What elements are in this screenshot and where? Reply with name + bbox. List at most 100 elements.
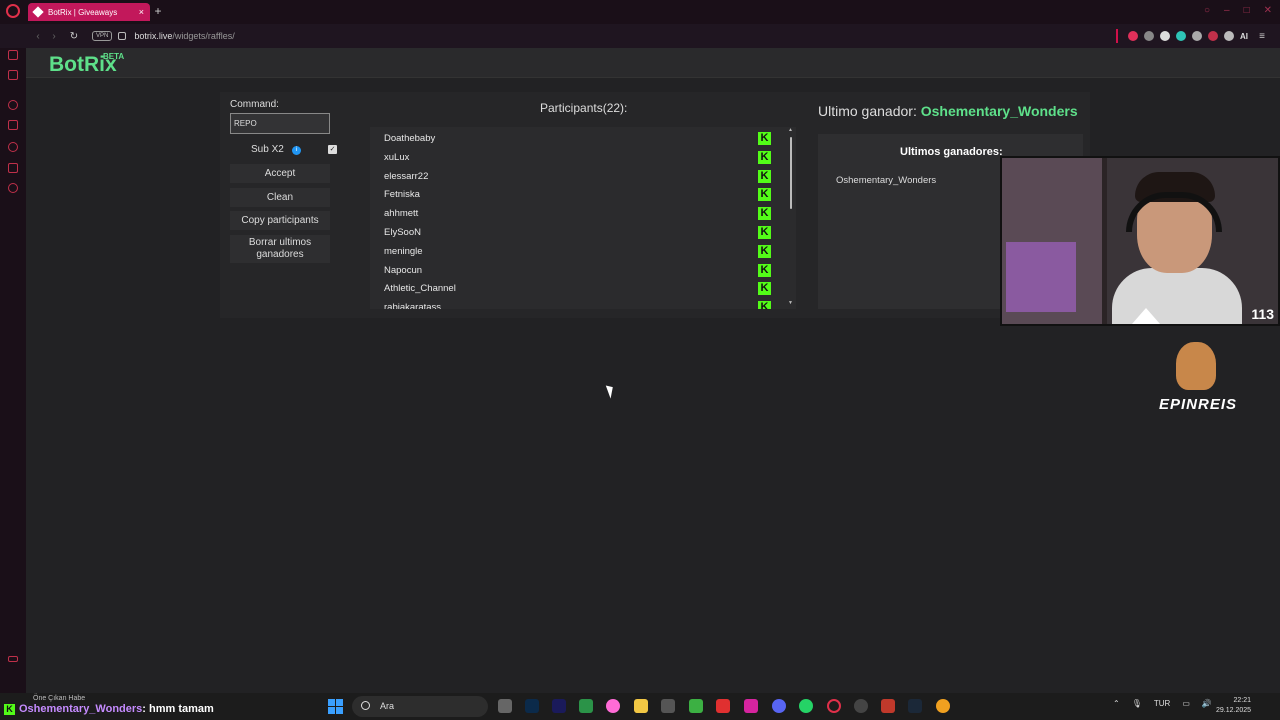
tab-title: BotRix | Giveaways [48, 7, 118, 17]
app-icon[interactable] [936, 699, 950, 713]
whatsapp-icon[interactable] [799, 699, 813, 713]
search-placeholder: Ara [380, 701, 395, 711]
participants-list[interactable]: ▲ ▼ Doathebaby KxuLux Kelessarr22 K Fetniska… [370, 127, 796, 309]
site-header: BotRix BETA [26, 48, 1280, 78]
app-droplet-icon[interactable] [606, 699, 620, 713]
command-input[interactable] [230, 113, 330, 134]
ai-button[interactable]: AI [1240, 32, 1248, 41]
tray-chevron-icon[interactable]: ⌃ [1113, 699, 1120, 708]
app-icon[interactable] [881, 699, 895, 713]
opera-menu-icon[interactable] [6, 4, 20, 18]
extensions-bar: AI ≡ [1116, 29, 1270, 43]
info-icon[interactable]: i [292, 146, 301, 155]
scrollbar-thumb[interactable] [790, 137, 792, 209]
sub-x2-checkbox[interactable]: ✓ [328, 145, 337, 154]
news-widget[interactable]: Öne Çıkan Habe [33, 695, 85, 702]
participants-title: Participants(22): [540, 101, 628, 115]
chat-overlay-message: K Oshementary_Wonders: hmm tamam [4, 703, 214, 715]
opera-taskbar-icon[interactable] [827, 699, 841, 713]
photoshop-icon[interactable] [525, 699, 539, 713]
sponsor-name: EPINREIS [1158, 396, 1238, 413]
participant-row[interactable]: Napocun K [370, 261, 780, 279]
microphone-icon[interactable]: 🎙 [1132, 699, 1142, 708]
sidebar-send-icon[interactable] [8, 163, 18, 173]
participant-row[interactable]: rabiakaratass K [370, 298, 780, 309]
system-tray: ⌃ 🎙 TUR ▭ 🔊 [1113, 699, 1212, 708]
clear-winners-button[interactable]: Borrar ultimos ganadores [230, 235, 330, 263]
extension-icon[interactable] [1176, 31, 1186, 41]
kick-platform-icon: K [758, 226, 771, 239]
tab-botrix[interactable]: BotRix | Giveaways × [28, 3, 150, 21]
sponsor-mascot-icon [1176, 342, 1216, 390]
participant-row[interactable]: ElySooN K [370, 223, 780, 241]
sidebar-player-icon[interactable] [8, 70, 18, 80]
sidebar-settings-icon[interactable] [8, 183, 18, 193]
search-tabs-icon[interactable]: ○ [1204, 5, 1210, 16]
taskbar-clock[interactable]: 22:21 29.12.2025 [1216, 696, 1251, 716]
clean-button[interactable]: Clean [230, 188, 330, 207]
task-view-icon[interactable] [498, 699, 512, 713]
file-explorer-icon[interactable] [634, 699, 648, 713]
lock-icon[interactable] [118, 32, 127, 40]
steam-icon[interactable] [908, 699, 922, 713]
app-icon[interactable] [854, 699, 868, 713]
participant-row[interactable]: Doathebaby K [370, 129, 780, 147]
accept-button[interactable]: Accept [230, 164, 330, 183]
network-icon[interactable]: ▭ [1182, 699, 1190, 708]
search-icon [361, 701, 370, 710]
botrix-favicon-icon [32, 6, 44, 18]
kick-icon: K [4, 703, 15, 715]
url-path: /widgets/raffles/ [172, 31, 235, 41]
extensions-puzzle-icon[interactable] [1192, 31, 1202, 41]
reload-icon[interactable]: ↻ [66, 31, 82, 42]
menu-icon[interactable]: ≡ [1254, 31, 1270, 42]
language-indicator[interactable]: TUR [1154, 699, 1170, 708]
extension-icon[interactable] [1160, 31, 1170, 41]
minimize-icon[interactable]: – [1224, 5, 1230, 16]
webcam-plush-shelf [1006, 242, 1076, 312]
tab-close-icon[interactable]: × [139, 7, 144, 17]
participant-name: elessarr22 [384, 170, 429, 182]
extension-icon[interactable] [1208, 31, 1218, 41]
google-drive-icon[interactable] [579, 699, 593, 713]
participant-row[interactable]: elessarr22 K [370, 167, 780, 185]
sidebar-messenger-icon[interactable] [8, 50, 18, 60]
close-window-icon[interactable]: ✕ [1264, 5, 1272, 16]
url-field[interactable]: botrix.live/widgets/raffles/ [134, 31, 234, 41]
sidebar-history-icon[interactable] [8, 142, 18, 152]
scroll-up-arrow[interactable]: ▲ [788, 127, 793, 133]
premiere-icon[interactable] [552, 699, 566, 713]
address-bar: ‹ › ↻ VPN botrix.live/widgets/raffles/ A… [0, 24, 1280, 48]
participant-name: Napocun [384, 264, 423, 276]
taskbar-search[interactable]: Ara [352, 696, 488, 717]
discord-icon[interactable] [772, 699, 786, 713]
new-tab-icon[interactable]: + [152, 5, 164, 17]
browser-sidebar [0, 48, 26, 693]
participant-row[interactable]: xuLux K [370, 148, 780, 166]
forward-icon[interactable]: › [46, 31, 62, 42]
volume-icon[interactable]: 🔊 [1202, 699, 1212, 708]
download-icon[interactable] [1224, 31, 1234, 41]
app-icon[interactable] [716, 699, 730, 713]
back-icon[interactable]: ‹ [30, 31, 46, 42]
extension-icon[interactable] [1144, 31, 1154, 41]
xbox-icon[interactable] [689, 699, 703, 713]
scroll-down-arrow[interactable]: ▼ [788, 300, 793, 306]
participant-row[interactable]: Athletic_Channel K [370, 279, 780, 297]
maximize-icon[interactable]: □ [1244, 5, 1250, 16]
instagram-icon[interactable] [744, 699, 758, 713]
sidebar-heart-icon[interactable] [8, 100, 18, 110]
participant-row[interactable]: Fetniska K [370, 185, 780, 203]
windows-start-icon[interactable] [328, 699, 343, 714]
participant-row[interactable]: ahhmett K [370, 204, 780, 222]
app-icon[interactable] [661, 699, 675, 713]
last-winner-label: Ultimo ganador: [818, 103, 917, 119]
participant-row[interactable]: meningle K [370, 242, 780, 260]
screen: BotRix | Giveaways × + ○ – □ ✕ ‹ › ↻ VPN… [0, 0, 1280, 720]
copy-participants-button[interactable]: Copy participants [230, 211, 330, 230]
vpn-badge[interactable]: VPN [92, 31, 113, 41]
sidebar-wallet-icon[interactable] [8, 120, 18, 130]
extension-icon[interactable] [1128, 31, 1138, 41]
sidebar-more-icon[interactable] [8, 656, 18, 662]
kick-platform-icon: K [758, 150, 771, 164]
